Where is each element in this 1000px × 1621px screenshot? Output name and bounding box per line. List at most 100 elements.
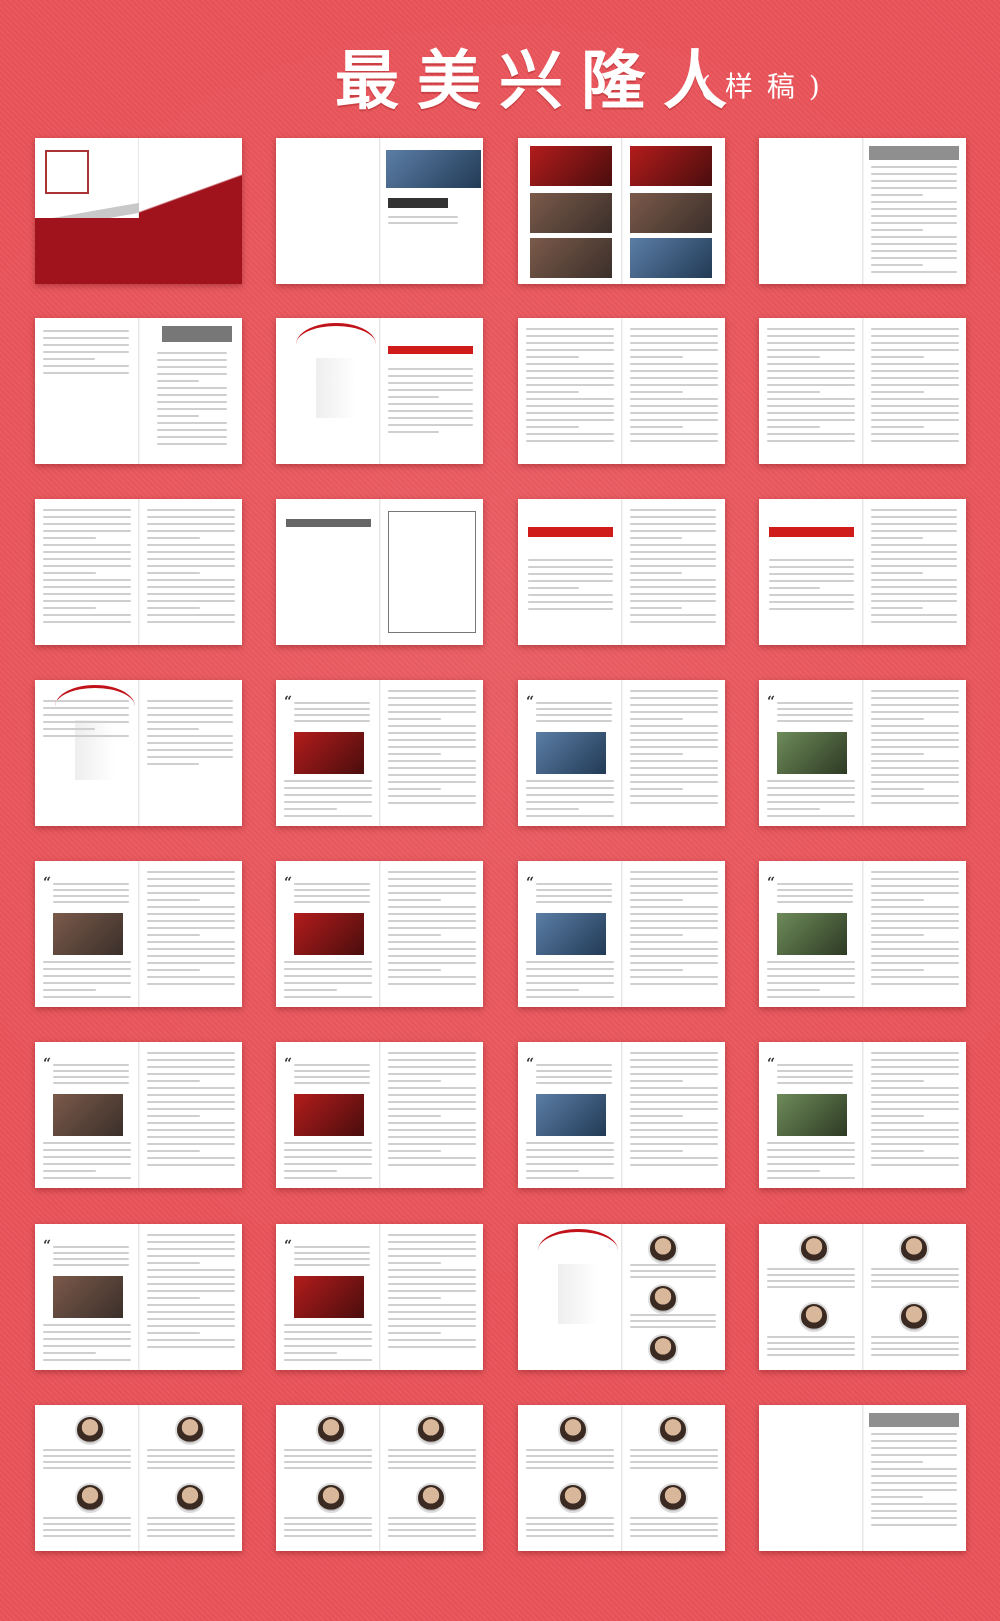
cover-red-panel	[35, 218, 139, 284]
text-line	[147, 728, 199, 730]
text-line	[147, 962, 235, 964]
article-photo	[294, 1094, 364, 1136]
text-line	[871, 349, 959, 351]
text-line	[871, 391, 924, 393]
text-line	[284, 1461, 372, 1463]
text-line	[53, 901, 129, 903]
text-line	[43, 1177, 131, 1179]
text-line	[526, 1517, 614, 1519]
text-line	[147, 1297, 200, 1299]
article-photo	[294, 732, 364, 774]
text-line	[777, 901, 853, 903]
text-line	[43, 1163, 131, 1165]
text-line	[767, 982, 855, 984]
text-line	[147, 700, 233, 702]
text-line	[871, 746, 959, 748]
portrait-avatar	[648, 1284, 678, 1314]
event-photo	[530, 238, 612, 278]
text-line	[536, 720, 612, 722]
spine-fold	[138, 1405, 140, 1551]
text-line	[630, 537, 682, 539]
text-line	[769, 559, 854, 561]
text-line	[526, 1163, 614, 1165]
text-line	[630, 433, 718, 435]
text-line	[526, 391, 579, 393]
text-line	[388, 1325, 476, 1327]
text-line	[630, 621, 716, 623]
text-line	[871, 1524, 957, 1526]
text-line	[871, 934, 924, 936]
article-photo	[777, 732, 847, 774]
text-line	[284, 1345, 372, 1347]
text-line	[630, 328, 718, 330]
text-line	[388, 704, 476, 706]
text-line	[767, 968, 855, 970]
text-line	[388, 1143, 476, 1145]
text-line	[526, 1523, 614, 1525]
text-line	[147, 516, 235, 518]
text-line	[767, 1268, 855, 1270]
spine-fold	[621, 680, 623, 826]
text-line	[388, 1311, 476, 1313]
text-line	[528, 601, 613, 603]
text-line	[388, 1157, 476, 1159]
text-line	[630, 969, 683, 971]
text-line	[871, 871, 959, 873]
text-line	[871, 1122, 959, 1124]
text-line	[388, 969, 441, 971]
text-line	[630, 739, 718, 741]
text-line	[147, 530, 235, 532]
text-line	[147, 523, 235, 525]
text-line	[284, 1170, 337, 1172]
text-line	[43, 1170, 96, 1172]
text-line	[147, 1535, 235, 1537]
text-line	[388, 410, 473, 412]
text-line	[147, 941, 235, 943]
text-line	[388, 767, 476, 769]
book-spread	[759, 318, 966, 464]
text-line	[388, 1129, 476, 1131]
text-line	[388, 983, 476, 985]
text-line	[767, 342, 855, 344]
text-line	[871, 264, 923, 266]
text-line	[630, 1073, 718, 1075]
text-line	[388, 1455, 476, 1457]
text-line	[871, 1348, 959, 1350]
spine-fold	[621, 138, 623, 284]
text-line	[630, 593, 716, 595]
spine-fold	[379, 499, 381, 645]
text-line	[536, 1064, 612, 1066]
text-line	[630, 523, 716, 525]
text-line	[630, 1150, 683, 1152]
text-line	[871, 433, 959, 435]
text-line	[43, 1455, 131, 1457]
text-line	[871, 215, 957, 217]
text-line	[630, 690, 718, 692]
cover-front	[139, 138, 242, 284]
text-line	[147, 1094, 235, 1096]
seal-logo	[45, 150, 89, 194]
text-line	[630, 426, 683, 428]
text-line	[871, 356, 924, 358]
quote-mark: “	[284, 1056, 293, 1072]
text-line	[147, 1311, 235, 1313]
text-line	[871, 739, 959, 741]
text-line	[388, 871, 476, 873]
text-line	[871, 948, 959, 950]
spine-fold	[138, 861, 140, 1007]
text-line	[43, 721, 129, 723]
text-line	[871, 363, 959, 365]
text-line	[526, 982, 614, 984]
text-line	[526, 996, 614, 998]
text-line	[871, 187, 957, 189]
text-line	[526, 349, 614, 351]
book-spread	[35, 1405, 242, 1551]
text-line	[284, 1352, 337, 1354]
text-line	[284, 1517, 372, 1519]
text-line	[147, 1052, 235, 1054]
text-line	[871, 1108, 959, 1110]
text-line	[284, 1324, 372, 1326]
text-line	[388, 885, 476, 887]
text-line	[871, 1286, 959, 1288]
text-line	[767, 440, 855, 442]
